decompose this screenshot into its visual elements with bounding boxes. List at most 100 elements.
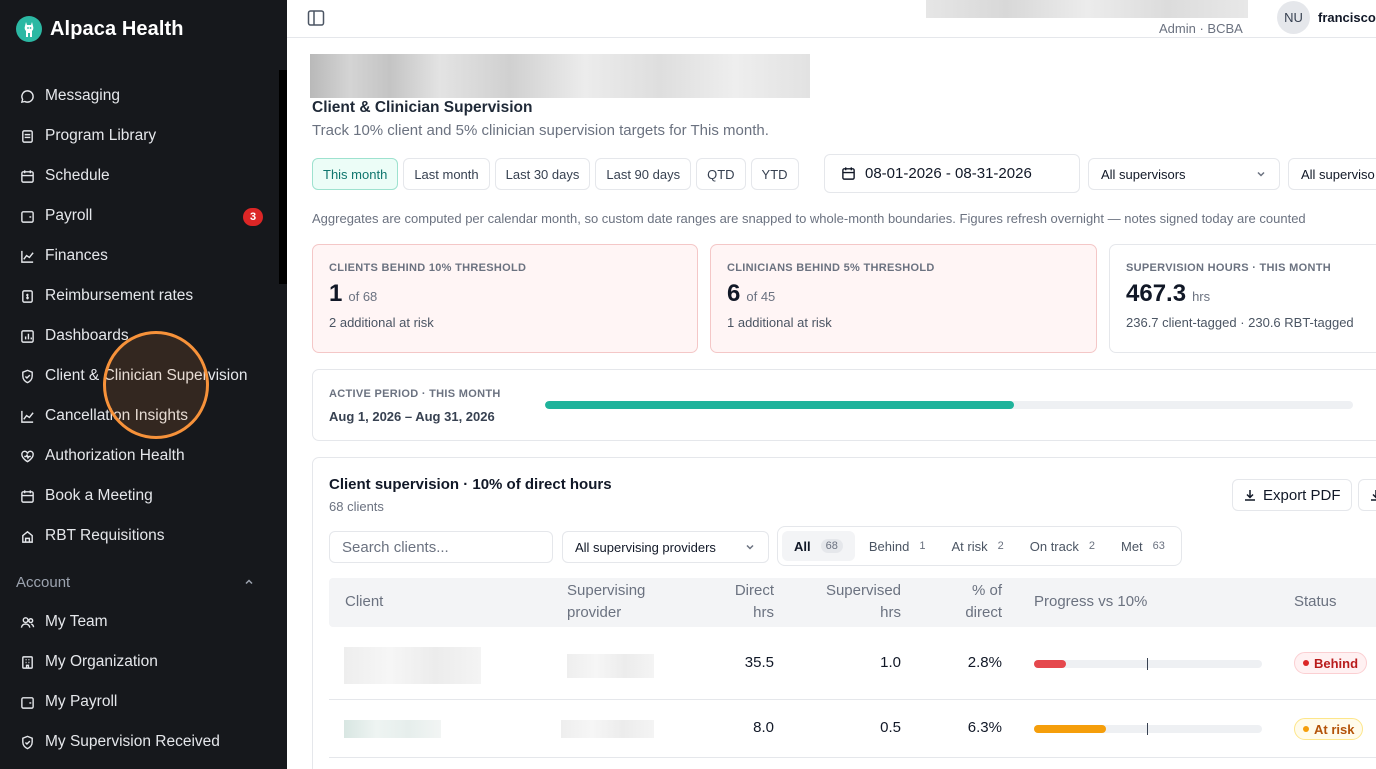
provider-select-value: All supervising providers (575, 539, 716, 555)
period-last-90-days-button[interactable]: Last 90 days (595, 158, 692, 190)
tab-label: On track (1029, 538, 1079, 554)
period-ytd-button[interactable]: YTD (750, 158, 799, 190)
kpi-card-supervision-hours: SUPERVISION HOURS · THIS MONTH 467.3 hrs… (1109, 244, 1376, 353)
line-chart-icon (21, 250, 34, 263)
period-tabs: This month Last month Last 30 days Last … (312, 158, 799, 190)
column-supervised-hrs[interactable]: Supervised hrs (799, 580, 901, 624)
tab-met[interactable]: Met 63 (1109, 531, 1177, 561)
kpi-value: 467.3 (1126, 280, 1187, 307)
export-csv-button[interactable] (1358, 479, 1376, 511)
account-section-header[interactable]: Account (0, 562, 279, 602)
heart-icon (21, 450, 34, 462)
sidebar-item-label: Payroll (45, 207, 93, 224)
redacted-client-name (344, 720, 441, 738)
kpi-card-clinicians-behind: CLINICIANS BEHIND 5% THRESHOLD 6 of 45 1… (710, 244, 1097, 353)
status-dot (1303, 726, 1309, 732)
account-section-label: Account (16, 573, 71, 591)
sidebar-item-label: My Supervision Received (45, 733, 220, 750)
alpaca-logo-icon (16, 16, 42, 42)
sidebar-item-finances[interactable]: Finances (0, 236, 279, 276)
progress-bar-track (1034, 658, 1262, 670)
wallet-icon (21, 696, 34, 709)
user-role: Admin · BCBA (1159, 21, 1243, 36)
active-period-label: ACTIVE PERIOD · THIS MONTH (329, 388, 501, 400)
supervisors-select[interactable]: All supervisors (1088, 158, 1280, 190)
period-this-month-button[interactable]: This month (312, 158, 399, 190)
kpi-label: CLINICIANS BEHIND 5% THRESHOLD (727, 262, 935, 274)
tab-on-track[interactable]: On track 2 (1018, 531, 1107, 561)
sidebar-item-my-payroll[interactable]: My Payroll (0, 682, 279, 722)
sidebar-item-label: Messaging (45, 87, 120, 104)
sidebar-item-reimbursement-rates[interactable]: Reimbursement rates (0, 276, 279, 316)
sidebar-toggle-icon[interactable] (307, 9, 325, 27)
redacted-provider-name (567, 654, 654, 678)
export-pdf-button[interactable]: Export PDF (1232, 479, 1352, 511)
tab-at-risk[interactable]: At risk 2 (939, 531, 1015, 561)
sidebar-item-my-organization[interactable]: My Organization (0, 642, 279, 682)
period-last-month-button[interactable]: Last month (403, 158, 490, 190)
period-last-30-days-button[interactable]: Last 30 days (494, 158, 591, 190)
sidebar-item-book-a-meeting[interactable]: Book a Meeting (0, 476, 279, 516)
column-direct-hrs[interactable]: Direct hrs (709, 580, 774, 624)
date-range-value: 08-01-2026 - 08-31-2026 (865, 165, 1032, 182)
column-progress[interactable]: Progress vs 10% (1034, 591, 1147, 613)
period-progress-track (545, 401, 1353, 409)
sidebar-item-my-team[interactable]: My Team (0, 602, 279, 642)
sidebar-item-program-library[interactable]: Program Library (0, 116, 279, 156)
sidebar-item-label: My Team (45, 613, 108, 630)
pct-direct-cell: 6.3% (967, 719, 1002, 736)
sidebar-item-label: Client & Clinician Supervision (45, 367, 248, 384)
target-marker (1147, 658, 1148, 670)
kpi-note: 1 additional at risk (727, 315, 832, 330)
sidebar-item-dashboards[interactable]: Dashboards (0, 316, 279, 356)
table-row[interactable]: 8.0 0.5 6.3% At risk (329, 700, 1376, 758)
brand[interactable]: Alpaca Health (16, 16, 184, 42)
tab-behind[interactable]: Behind 1 (857, 531, 938, 561)
status-label: At risk (1314, 721, 1355, 737)
redacted-header-content (926, 0, 1248, 18)
sidebar-item-client-clinician-supervision[interactable]: Client & Clinician Supervision (0, 356, 279, 396)
dashboard-icon (21, 329, 34, 343)
column-client[interactable]: Client (345, 591, 383, 613)
header-line: direct (965, 604, 1002, 621)
avatar[interactable]: NU (1277, 1, 1310, 34)
period-qtd-button[interactable]: QTD (696, 158, 746, 190)
header-line: hrs (753, 604, 774, 621)
sidebar-item-label: Dashboards (45, 327, 129, 344)
kpi-card-clients-behind: CLIENTS BEHIND 10% THRESHOLD 1 of 68 2 a… (312, 244, 698, 353)
sidebar-item-schedule[interactable]: Schedule (0, 156, 279, 196)
sidebar-scrollbar[interactable] (279, 70, 287, 284)
status-badge: At risk (1294, 718, 1364, 740)
sidebar-item-payroll[interactable]: Payroll 3 (0, 196, 279, 236)
date-range-picker[interactable]: 08-01-2026 - 08-31-2026 (824, 154, 1080, 193)
tab-label: Met (1120, 538, 1143, 554)
column-pct-direct[interactable]: % of direct (929, 580, 1002, 624)
column-status[interactable]: Status (1294, 591, 1337, 613)
kpi-value: 1 (329, 280, 343, 307)
sidebar-item-rbt-requisitions[interactable]: RBT Requisitions (0, 516, 279, 556)
supervising-provider-select[interactable]: All supervising providers (562, 531, 769, 563)
sidebar-item-messaging[interactable]: Messaging (0, 76, 279, 116)
calendar-icon (21, 489, 34, 503)
tab-label: Behind (868, 538, 910, 554)
shield-check-icon (22, 735, 33, 749)
kpi-label: SUPERVISION HOURS · THIS MONTH (1126, 262, 1331, 274)
redacted-page-heading (310, 54, 810, 98)
column-supervising-provider[interactable]: Supervising provider (567, 580, 645, 624)
sidebar-item-my-supervision-received[interactable]: My Supervision Received (0, 722, 279, 762)
search-clients-input[interactable] (329, 531, 553, 563)
supervisors-select-2[interactable]: All superviso (1288, 158, 1376, 190)
direct-hrs-cell: 35.5 (744, 654, 774, 671)
username[interactable]: francisco (1318, 10, 1376, 25)
table-row[interactable]: 35.5 1.0 2.8% Behind (329, 627, 1376, 700)
tab-all[interactable]: All 68 (782, 531, 855, 561)
status-dot (1303, 660, 1309, 666)
table-count: 68 clients (329, 499, 384, 514)
sidebar-item-authorization-health[interactable]: Authorization Health (0, 436, 279, 476)
page-title: Client & Clinician Supervision (312, 99, 533, 116)
direct-hrs-cell: 8.0 (753, 719, 774, 736)
sidebar-item-label: Schedule (45, 167, 110, 184)
header-line: provider (567, 604, 622, 621)
sidebar-item-cancellation-insights[interactable]: Cancellation Insights (0, 396, 279, 436)
redacted-provider-name (561, 720, 654, 738)
